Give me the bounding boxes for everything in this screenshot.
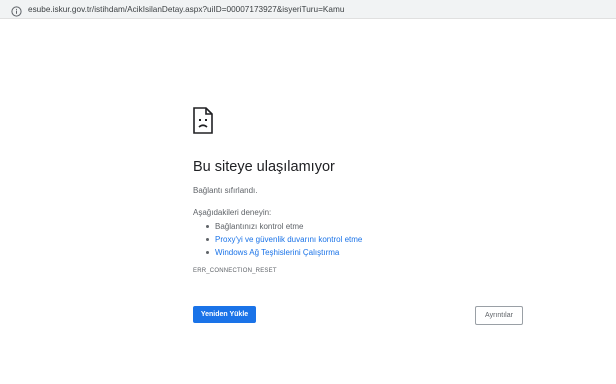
details-button[interactable]: Ayrıntılar [475,306,523,325]
page-title: Bu siteye ulaşılamıyor [193,159,335,175]
reload-button[interactable]: Yeniden Yükle [193,306,256,323]
url-text[interactable]: esube.iskur.gov.tr/istihdam/AcikIsilanDe… [28,5,344,14]
error-code: ERR_CONNECTION_RESET [193,268,277,274]
suggestion-run-diagnostics-link[interactable]: Windows Ağ Teşhislerini Çalıştırma [206,246,362,259]
suggestion-check-proxy-link[interactable]: Proxy'yi ve güvenlik duvarını kontrol et… [206,233,362,246]
suggestion-check-connection: Bağlantınızı kontrol etme [206,220,362,233]
try-label: Aşağıdakileri deneyin: [193,208,272,217]
sad-page-icon [193,107,213,134]
error-subtitle: Bağlantı sıfırlandı. [193,186,258,195]
address-bar[interactable]: esube.iskur.gov.tr/istihdam/AcikIsilanDe… [0,0,616,19]
info-icon[interactable] [11,4,22,17]
suggestion-list: Bağlantınızı kontrol etme Proxy'yi ve gü… [206,220,362,259]
